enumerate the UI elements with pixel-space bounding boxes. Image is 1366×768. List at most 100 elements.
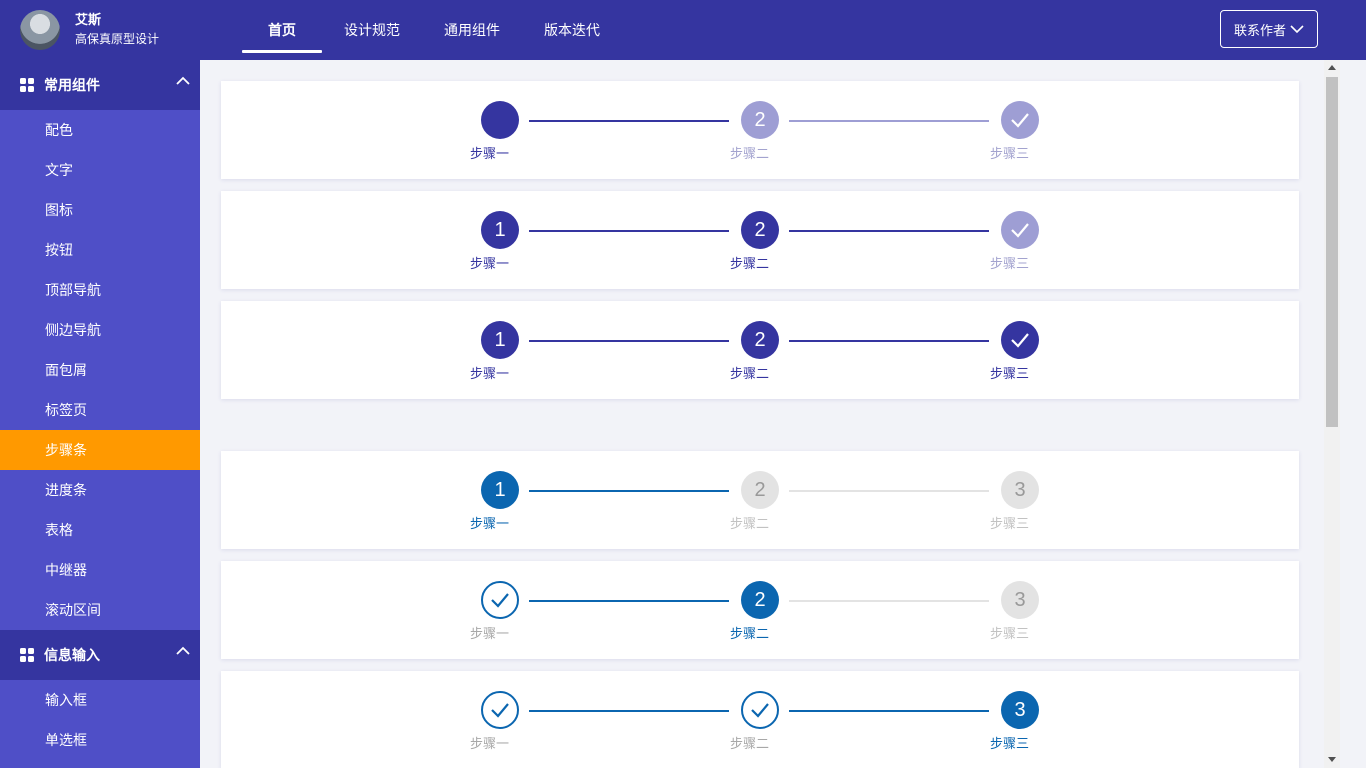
step-connector [529, 120, 729, 122]
step-circle: 2 [741, 211, 779, 249]
step-2: 2 步骤二 [720, 321, 800, 382]
step-3: 3 步骤三 [980, 691, 1060, 752]
step-3: 步骤三 [980, 101, 1060, 162]
sidebar: 常用组件 配色 文字 图标 按钮 顶部导航 侧边导航 面包屑 标签页 步骤条 进… [0, 60, 200, 768]
step-connector [789, 120, 989, 122]
sidebar-item-colors[interactable]: 配色 [0, 110, 200, 150]
step-label: 步骤二 [730, 626, 770, 641]
step-connector [529, 710, 729, 712]
sidebar-item-side-nav[interactable]: 侧边导航 [0, 310, 200, 350]
step-label: 步骤三 [990, 736, 1030, 751]
scroll-up-arrow-icon[interactable] [1328, 65, 1336, 70]
step-1: 1 步骤一 [460, 211, 540, 272]
check-icon [491, 593, 509, 608]
check-icon [1011, 113, 1029, 128]
scroll-thumb[interactable] [1326, 77, 1338, 427]
sidebar-item-top-nav[interactable]: 顶部导航 [0, 270, 200, 310]
sidebar-item-icons[interactable]: 图标 [0, 190, 200, 230]
step-circle: 3 [1001, 691, 1039, 729]
step-connector [529, 600, 729, 602]
nav-item-components[interactable]: 通用组件 [442, 0, 502, 60]
nav-item-design-spec[interactable]: 设计规范 [342, 0, 402, 60]
sidebar-item-repeater[interactable]: 中继器 [0, 550, 200, 590]
step-circle: 1 [481, 321, 519, 359]
scroll-down-arrow-icon[interactable] [1328, 757, 1336, 762]
step-label: 步骤一 [470, 146, 510, 161]
step-connector [529, 340, 729, 342]
top-header: 艾斯 高保真原型设计 首页 设计规范 通用组件 版本迭代 联系作者 [0, 0, 1366, 60]
grid-icon [20, 648, 34, 662]
step-connector [789, 340, 989, 342]
step-label: 步骤二 [730, 256, 770, 271]
chevron-up-icon [176, 76, 190, 85]
step-circle: 3 [1001, 581, 1039, 619]
sidebar-item-radio[interactable]: 单选框 [0, 720, 200, 760]
sidebar-item-input[interactable]: 输入框 [0, 680, 200, 720]
sidebar-item-table[interactable]: 表格 [0, 510, 200, 550]
step-label: 步骤三 [990, 366, 1030, 381]
step-circle [481, 691, 519, 729]
step-3: 3 步骤三 [980, 471, 1060, 532]
check-icon [1011, 333, 1029, 348]
brand[interactable]: 艾斯 高保真原型设计 [20, 10, 159, 50]
step-label: 步骤一 [470, 366, 510, 381]
step-label: 步骤三 [990, 146, 1030, 161]
contact-author-label: 联系作者 [1233, 22, 1286, 38]
sidebar-item-text[interactable]: 文字 [0, 150, 200, 190]
steps-card-blue-3: 步骤一 步骤二 3 步骤三 [221, 671, 1299, 768]
sidebar-item-buttons[interactable]: 按钮 [0, 230, 200, 270]
step-label: 步骤一 [470, 736, 510, 751]
step-circle: 2 [741, 581, 779, 619]
sidebar-item-breadcrumb[interactable]: 面包屑 [0, 350, 200, 390]
sidebar-group-title: 信息输入 [44, 647, 100, 663]
step-circle: 2 [741, 101, 779, 139]
step-connector [789, 230, 989, 232]
step-3: 步骤三 [980, 321, 1060, 382]
sidebar-item-scroll-area[interactable]: 滚动区间 [0, 590, 200, 630]
step-connector [789, 490, 989, 492]
grid-icon [20, 78, 34, 92]
step-label: 步骤二 [730, 516, 770, 531]
top-nav: 首页 设计规范 通用组件 版本迭代 [242, 0, 602, 60]
step-circle: 1 [481, 471, 519, 509]
chevron-up-icon [176, 646, 190, 655]
step-1: 1 步骤一 [460, 321, 540, 382]
nav-item-versions[interactable]: 版本迭代 [542, 0, 602, 60]
step-1: 1 步骤一 [460, 471, 540, 532]
avatar[interactable] [20, 10, 60, 50]
step-circle: 3 [1001, 471, 1039, 509]
step-2: 步骤二 [720, 691, 800, 752]
steps-card-purple-3: 1 步骤一 2 步骤二 步骤三 [221, 301, 1299, 399]
step-label: 步骤二 [730, 736, 770, 751]
step-connector [789, 600, 989, 602]
brand-name: 艾斯 [75, 12, 102, 27]
check-icon [751, 703, 769, 718]
steps-card-purple-1: 步骤一 2 步骤二 步骤三 [221, 81, 1299, 179]
step-1: 步骤一 [460, 101, 540, 162]
step-circle [481, 581, 519, 619]
sidebar-item-progress[interactable]: 进度条 [0, 470, 200, 510]
brand-subtitle: 高保真原型设计 [75, 32, 160, 46]
nav-item-home[interactable]: 首页 [242, 0, 322, 60]
step-2: 2 步骤二 [720, 581, 800, 642]
sidebar-group-common[interactable]: 常用组件 [0, 60, 200, 110]
sidebar-group-title: 常用组件 [44, 77, 100, 93]
step-circle [481, 101, 519, 139]
step-3: 3 步骤三 [980, 581, 1060, 642]
step-3: 步骤三 [980, 211, 1060, 272]
step-circle: 2 [741, 321, 779, 359]
step-circle [1001, 321, 1039, 359]
step-label: 步骤一 [470, 516, 510, 531]
sidebar-item-steps[interactable]: 步骤条 [0, 430, 200, 470]
step-circle [1001, 211, 1039, 249]
sidebar-item-tabs[interactable]: 标签页 [0, 390, 200, 430]
vertical-scrollbar[interactable] [1324, 60, 1340, 768]
contact-author-button[interactable]: 联系作者 [1220, 10, 1318, 48]
sidebar-group-input[interactable]: 信息输入 [0, 630, 200, 680]
check-icon [491, 703, 509, 718]
step-label: 步骤三 [990, 256, 1030, 271]
step-circle [741, 691, 779, 729]
